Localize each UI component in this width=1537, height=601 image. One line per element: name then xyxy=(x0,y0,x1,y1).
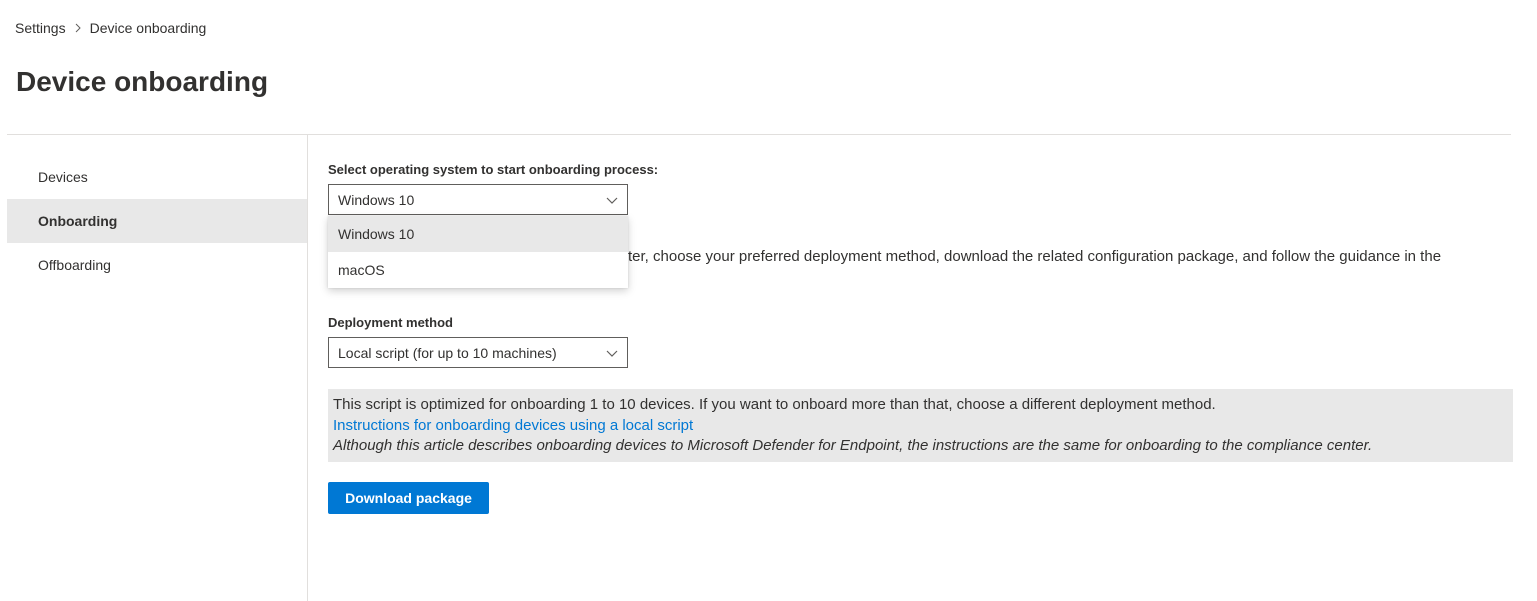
deployment-method-label: Deployment method xyxy=(328,315,453,330)
breadcrumb: Settings Device onboarding xyxy=(15,20,206,36)
os-select-menu: Windows 10 macOS xyxy=(328,216,628,288)
page-title: Device onboarding xyxy=(16,66,269,97)
onboarding-description-text: ter, choose your preferred deployment me… xyxy=(628,248,1442,265)
info-box: This script is optimized for onboarding … xyxy=(328,389,1513,462)
os-select-label: Select operating system to start onboard… xyxy=(328,162,659,177)
sidebar-nav: Devices Onboarding Offboarding xyxy=(7,155,307,287)
os-option-macos[interactable]: macOS xyxy=(328,252,628,288)
sidebar-item-devices[interactable]: Devices xyxy=(7,155,307,199)
instructions-link[interactable]: Instructions for onboarding devices usin… xyxy=(333,416,1508,437)
os-option-windows-10[interactable]: Windows 10 xyxy=(328,216,628,252)
deployment-method-dropdown[interactable]: Local script (for up to 10 machines) xyxy=(328,337,628,368)
download-package-button[interactable]: Download package xyxy=(328,482,489,514)
chevron-down-icon xyxy=(605,193,619,207)
sidebar-item-onboarding[interactable]: Onboarding xyxy=(7,199,307,243)
chevron-down-icon xyxy=(605,346,619,360)
deployment-method-value: Local script (for up to 10 machines) xyxy=(338,344,557,361)
os-select-dropdown[interactable]: Windows 10 xyxy=(328,184,628,215)
info-note: Although this article describes onboardi… xyxy=(333,437,1373,454)
info-text: This script is optimized for onboarding … xyxy=(333,396,1216,413)
chevron-right-icon xyxy=(70,23,86,33)
sidebar-item-offboarding[interactable]: Offboarding xyxy=(7,243,307,287)
breadcrumb-item-device-onboarding: Device onboarding xyxy=(89,20,207,36)
header-divider xyxy=(7,134,1511,135)
breadcrumb-item-settings[interactable]: Settings xyxy=(15,20,66,36)
os-select-value: Windows 10 xyxy=(338,191,415,208)
sidebar-divider xyxy=(307,135,308,601)
